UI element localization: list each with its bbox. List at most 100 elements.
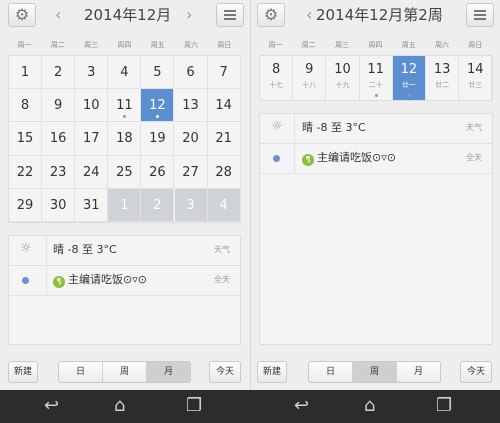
day-cell[interactable]: 29 — [9, 188, 43, 222]
day-cell[interactable]: 11 — [108, 89, 142, 123]
day-cell[interactable]: 9 十八 — [293, 56, 327, 100]
event-allday-tag: 全天 — [214, 275, 230, 284]
settings-button[interactable]: ⚙ — [257, 3, 285, 27]
lunar-date: 二十 — [368, 81, 383, 89]
day-cell[interactable]: 14 — [207, 89, 241, 123]
day-cell[interactable]: 30 — [42, 188, 76, 222]
today-button[interactable]: 今天 — [460, 361, 492, 383]
week-strip: 8 十七 9 十八 10 十九 11 二十 12 廿一 13 廿二 14 廿三 — [259, 55, 493, 101]
day-number: 12 — [149, 98, 166, 114]
weather-row[interactable]: ☼ 晴 -8 至 3°C 天气 — [9, 236, 240, 266]
day-cell[interactable]: 23 — [42, 155, 76, 189]
weekday-label: 周五 — [401, 41, 416, 49]
month-view-tab[interactable]: 月 — [147, 362, 190, 382]
day-cell[interactable]: 7 — [207, 56, 241, 90]
chevron-left-icon[interactable]: ‹ — [306, 5, 312, 25]
day-number: 14 — [467, 62, 484, 77]
today-button[interactable]: 今天 — [209, 361, 241, 383]
weekday-label: 周一 — [17, 41, 32, 49]
day-cell[interactable]: 24 — [75, 155, 109, 189]
day-cell[interactable]: 3 — [174, 188, 208, 222]
day-view-tab[interactable]: 日 — [59, 362, 103, 382]
week-view-tab[interactable]: 周 — [103, 362, 147, 382]
back-icon[interactable]: ↩ — [294, 396, 309, 416]
day-cell[interactable]: 5 — [141, 56, 175, 90]
day-cell[interactable]: 2 — [42, 56, 76, 90]
event-list: ☼ 晴 -8 至 3°C 天气 ¶ 主编请吃饭⊙▿⊙ 全天 — [259, 113, 493, 345]
day-cell[interactable]: 10 — [75, 89, 109, 123]
day-cell[interactable]: 14 廿三 — [459, 56, 493, 100]
event-row[interactable]: ¶ 主编请吃饭⊙▿⊙ 全天 — [260, 144, 492, 174]
day-cell[interactable]: 10 十九 — [326, 56, 360, 100]
menu-button[interactable] — [466, 3, 494, 27]
top-bar: ⚙ ‹ 2014年12月 › — [0, 0, 250, 30]
day-number: 17 — [82, 131, 100, 147]
week-view-tab[interactable]: 周 — [353, 362, 397, 382]
chevron-right-icon[interactable]: › — [437, 5, 443, 25]
day-cell[interactable]: 28 — [207, 155, 241, 189]
day-number: 4 — [120, 65, 129, 80]
weekday-label: 周六 — [435, 41, 449, 49]
lunar-date: 十七 — [269, 81, 284, 89]
day-cell[interactable]: 26 — [141, 155, 175, 189]
new-event-button[interactable]: 新建 — [257, 361, 287, 383]
weekday-label: 周日 — [217, 41, 232, 49]
day-number: 29 — [16, 197, 34, 213]
day-cell[interactable]: 8 十七 — [260, 56, 294, 100]
day-cell[interactable]: 16 — [42, 122, 76, 156]
day-cell[interactable]: 21 — [207, 122, 241, 156]
day-number: 15 — [16, 131, 34, 147]
new-event-button[interactable]: 新建 — [8, 361, 38, 383]
event-row[interactable]: ¶ 主编请吃饭⊙▿⊙ 全天 — [9, 266, 240, 296]
day-cell[interactable]: 18 — [108, 122, 142, 156]
home-icon[interactable]: ⌂ — [364, 396, 375, 416]
day-number: 14 — [215, 98, 232, 114]
event-title: 主编请吃饭⊙▿⊙ — [68, 273, 147, 286]
month-view-tab[interactable]: 月 — [397, 362, 440, 382]
settings-button[interactable]: ⚙ — [8, 3, 36, 27]
menu-button[interactable] — [216, 3, 244, 27]
day-cell[interactable]: 31 — [75, 188, 109, 222]
weekday-header: 周一 周二 周三 周四 周五 周六 周日 — [259, 40, 493, 50]
lunar-date: 廿二 — [435, 81, 450, 89]
day-view-tab[interactable]: 日 — [309, 362, 353, 382]
day-number: 30 — [49, 197, 67, 213]
day-cell[interactable]: 13 — [174, 89, 208, 123]
chevron-left-icon[interactable]: ‹ — [55, 5, 61, 25]
recents-icon[interactable]: ❐ — [186, 396, 202, 416]
day-cell[interactable]: 17 — [75, 122, 109, 156]
weather-row[interactable]: ☼ 晴 -8 至 3°C 天气 — [260, 114, 492, 144]
day-cell[interactable]: 13 廿二 — [426, 56, 460, 100]
day-cell[interactable]: 22 — [9, 155, 43, 189]
day-number: 8 — [271, 62, 281, 77]
event-indicator-dot — [374, 94, 378, 97]
recents-icon[interactable]: ❐ — [436, 396, 452, 416]
day-cell[interactable]: 25 — [108, 155, 142, 189]
day-cell[interactable]: 12 廿一 — [392, 56, 426, 100]
day-cell[interactable]: 6 — [174, 56, 208, 90]
day-number: 19 — [149, 131, 166, 147]
day-cell[interactable]: 19 — [141, 122, 175, 156]
day-cell[interactable]: 8 — [9, 89, 43, 123]
day-number: 23 — [49, 164, 67, 180]
weekday-label: 周二 — [50, 41, 65, 49]
day-cell[interactable]: 15 — [9, 122, 43, 156]
day-cell[interactable]: 4 — [108, 56, 142, 90]
day-cell[interactable]: 2 — [141, 188, 175, 222]
day-number: 2 — [54, 65, 63, 80]
day-cell[interactable]: 27 — [174, 155, 208, 189]
day-cell[interactable]: 9 — [42, 89, 76, 123]
day-cell[interactable]: 1 — [108, 188, 142, 222]
day-cell[interactable]: 20 — [174, 122, 208, 156]
day-cell[interactable]: 1 — [9, 56, 43, 90]
back-icon[interactable]: ↩ — [44, 396, 59, 416]
day-cell[interactable]: 3 — [75, 56, 109, 90]
day-cell[interactable]: 12 — [141, 89, 175, 123]
day-number: 4 — [219, 197, 228, 213]
weekday-label: 周日 — [468, 41, 483, 49]
day-cell[interactable]: 4 — [207, 188, 241, 222]
day-cell[interactable]: 11 二十 — [360, 56, 393, 100]
day-number: 3 — [87, 65, 96, 80]
chevron-right-icon[interactable]: › — [186, 5, 192, 25]
home-icon[interactable]: ⌂ — [114, 396, 125, 416]
